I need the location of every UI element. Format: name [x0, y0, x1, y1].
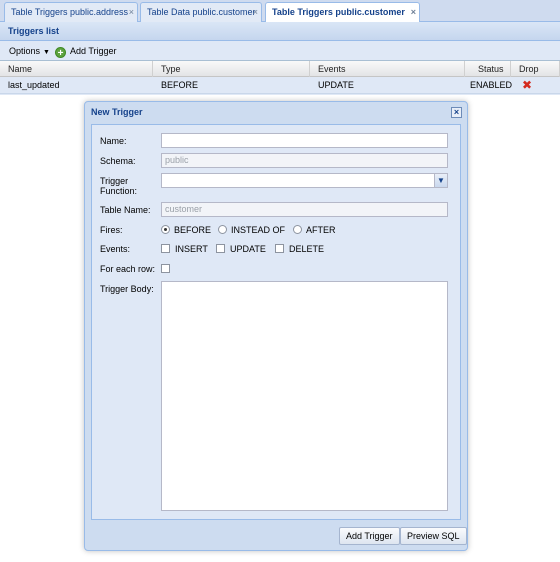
tab-label: Table Triggers public.address: [11, 7, 129, 17]
close-icon[interactable]: ×: [451, 107, 462, 118]
dialog-form: Name: Schema: public Trigger Function: ▼…: [91, 124, 461, 520]
table-row[interactable]: last_updated BEFORE UPDATE ENABLED ✖: [0, 77, 560, 94]
grid-header: Name Type Events Status Drop: [0, 61, 560, 77]
add-trigger-button[interactable]: + Add Trigger: [55, 41, 117, 61]
add-trigger-submit-button[interactable]: Add Trigger: [339, 527, 400, 545]
schema-label: Schema:: [100, 156, 136, 166]
close-icon[interactable]: ×: [253, 3, 258, 21]
radio-icon: [218, 225, 227, 234]
for-each-row-checkbox[interactable]: [161, 264, 175, 274]
delete-x-icon[interactable]: ✖: [522, 77, 542, 94]
event-update-checkbox[interactable]: UPDATE: [216, 244, 266, 254]
trigger-function-select[interactable]: ▼: [161, 173, 448, 188]
checkbox-icon: [161, 264, 170, 273]
panel-title: Triggers list: [0, 22, 560, 41]
column-header-type[interactable]: Type: [153, 61, 310, 77]
checkbox-icon: [275, 244, 284, 253]
preview-sql-button[interactable]: Preview SQL: [400, 527, 467, 545]
schema-field: public: [161, 153, 448, 168]
trigger-function-label-line1: Trigger: [100, 176, 129, 186]
event-insert-label: INSERT: [175, 244, 208, 254]
event-insert-checkbox[interactable]: INSERT: [161, 244, 208, 254]
name-input[interactable]: [161, 133, 448, 148]
cell-type: BEFORE: [161, 80, 199, 90]
column-header-status[interactable]: Status: [465, 61, 511, 77]
toolbar: Options ▼ + Add Trigger: [0, 41, 560, 61]
tab-label: Table Data public.customer: [147, 7, 256, 17]
tab-label: Table Triggers public.customer: [272, 7, 405, 17]
options-menu-button[interactable]: Options ▼: [9, 41, 50, 63]
event-delete-label: DELETE: [289, 244, 325, 254]
radio-selected-icon: [161, 225, 170, 234]
cell-name: last_updated: [8, 80, 60, 90]
fires-after-label: AFTER: [306, 225, 336, 235]
table-name-field: customer: [161, 202, 448, 217]
close-icon[interactable]: ×: [129, 3, 134, 21]
event-update-label: UPDATE: [230, 244, 266, 254]
fires-after-radio[interactable]: AFTER: [293, 225, 336, 235]
checkbox-icon: [161, 244, 170, 253]
options-label: Options: [9, 46, 41, 56]
close-icon[interactable]: ×: [411, 3, 416, 21]
column-header-name[interactable]: Name: [0, 61, 153, 77]
fires-before-label: BEFORE: [174, 225, 212, 235]
add-icon: +: [55, 47, 66, 59]
chevron-down-icon: ▼: [43, 49, 50, 56]
cell-status: ENABLED: [470, 80, 513, 90]
trigger-body-label: Trigger Body:: [100, 284, 154, 294]
events-label: Events:: [100, 244, 131, 254]
fires-instead-of-label: INSTEAD OF: [231, 225, 286, 235]
radio-icon: [293, 225, 302, 234]
add-trigger-label: Add Trigger: [70, 46, 117, 56]
dialog-title: New Trigger: [91, 107, 143, 117]
fires-instead-of-radio[interactable]: INSTEAD OF: [218, 225, 285, 235]
checkbox-icon: [216, 244, 225, 253]
column-header-events[interactable]: Events: [310, 61, 465, 77]
name-label: Name:: [100, 136, 127, 146]
new-trigger-dialog: New Trigger × Name: Schema: public Trigg…: [84, 101, 468, 551]
fires-label: Fires:: [100, 225, 123, 235]
tab-triggers-customer[interactable]: Table Triggers public.customer ×: [265, 2, 420, 23]
for-each-row-label: For each row:: [100, 264, 156, 274]
event-delete-checkbox[interactable]: DELETE: [275, 244, 324, 254]
trigger-body-textarea[interactable]: [161, 281, 448, 511]
tab-triggers-address[interactable]: Table Triggers public.address ×: [4, 2, 138, 22]
cell-events: UPDATE: [318, 80, 354, 90]
column-header-drop[interactable]: Drop: [511, 61, 560, 77]
tab-strip: Table Triggers public.address × Table Da…: [0, 0, 560, 23]
chevron-down-icon[interactable]: ▼: [434, 174, 447, 187]
fires-before-radio[interactable]: BEFORE: [161, 225, 211, 235]
trigger-function-label-line2: Function:: [100, 186, 138, 196]
tab-data-customer[interactable]: Table Data public.customer ×: [140, 2, 262, 22]
table-name-label: Table Name:: [100, 205, 151, 215]
